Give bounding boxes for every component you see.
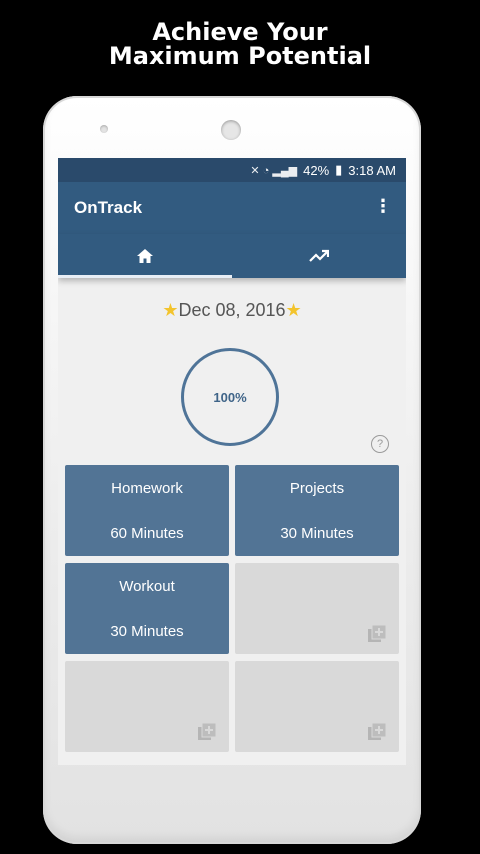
- help-icon[interactable]: ?: [371, 435, 389, 453]
- dashboard: ★Dec 08, 2016★ 100% ? Homework 60 Minute…: [58, 278, 406, 765]
- trending-up-icon: [309, 249, 329, 262]
- tab-bar: [58, 234, 406, 278]
- sensor-dot: [100, 125, 108, 133]
- add-to-queue-icon: [368, 624, 387, 642]
- task-name: Projects: [289, 480, 345, 497]
- task-duration: 60 Minutes: [110, 525, 184, 542]
- date-header: ★Dec 08, 2016★: [58, 300, 406, 321]
- battery-level: 42%: [303, 162, 330, 178]
- task-tile-workout[interactable]: Workout 30 Minutes: [65, 563, 229, 654]
- app-bar: OnTrack ⋮: [58, 182, 406, 234]
- battery-icon: ▮: [335, 162, 343, 177]
- task-name: Workout: [119, 578, 175, 595]
- task-tile-homework[interactable]: Homework 60 Minutes: [65, 465, 229, 556]
- current-date: Dec 08, 2016: [178, 300, 286, 320]
- tab-stats[interactable]: [232, 234, 406, 278]
- tab-home[interactable]: [58, 234, 232, 278]
- empty-task-slot[interactable]: [235, 661, 399, 752]
- app-title: OnTrack: [74, 198, 143, 217]
- more-vert-icon[interactable]: ⋮: [374, 198, 392, 216]
- progress-ring: 100%: [181, 348, 279, 446]
- empty-task-slot[interactable]: [235, 563, 399, 654]
- headline-line-2: Maximum Potential: [108, 42, 372, 70]
- app-screen: ✕ ◔ ▂▄▆ 42% ▮ 3:18 AM OnTrack ⋮ ★Dec 08,…: [58, 158, 406, 765]
- star-icon: ★: [285, 300, 302, 320]
- signal-icons: ✕ ◔ ▂▄▆: [250, 164, 298, 177]
- add-to-queue-icon: [368, 722, 387, 740]
- task-duration: 30 Minutes: [280, 525, 354, 542]
- headline-line-1: Achieve Your: [152, 18, 328, 46]
- add-to-queue-icon: [198, 722, 217, 740]
- task-name: Homework: [111, 480, 183, 497]
- progress-label: 100%: [213, 389, 247, 405]
- task-grid: Homework 60 Minutes Projects 30 Minutes …: [65, 465, 401, 752]
- task-tile-projects[interactable]: Projects 30 Minutes: [235, 465, 399, 556]
- star-icon: ★: [162, 300, 179, 320]
- promo-headline: Achieve Your Maximum Potential: [0, 20, 480, 68]
- empty-task-slot[interactable]: [65, 661, 229, 752]
- clock: 3:18 AM: [348, 162, 396, 178]
- task-duration: 30 Minutes: [110, 623, 184, 640]
- front-camera: [221, 120, 241, 140]
- status-bar: ✕ ◔ ▂▄▆ 42% ▮ 3:18 AM: [58, 158, 406, 182]
- home-icon: [137, 249, 153, 263]
